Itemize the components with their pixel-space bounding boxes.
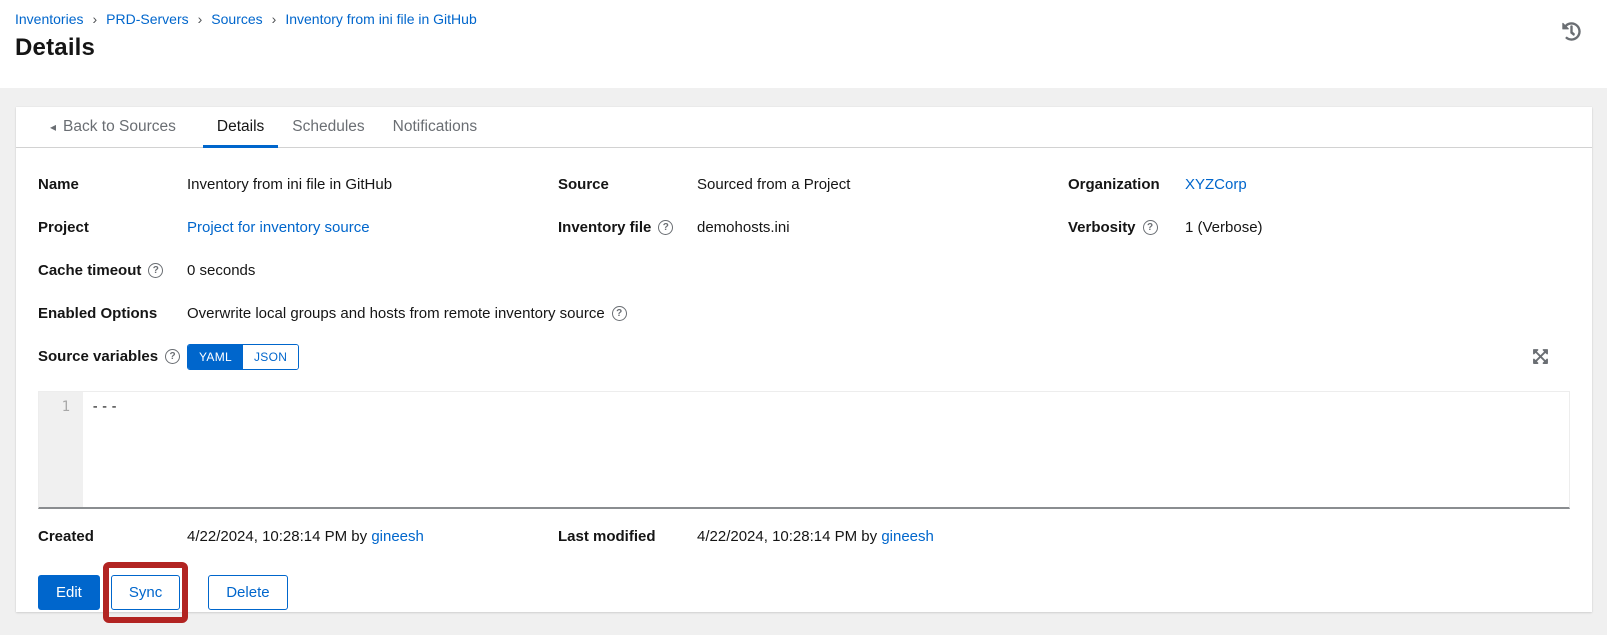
organization-link[interactable]: XYZCorp: [1185, 176, 1247, 193]
tab-schedules[interactable]: Schedules: [278, 107, 378, 147]
yaml-json-toggle: YAML JSON: [187, 344, 299, 370]
last-modified-user-link[interactable]: gineesh: [881, 528, 934, 545]
meta-row: Created 4/22/2024, 10:28:14 PM by ginees…: [38, 516, 1570, 556]
organization-label: Organization: [1068, 176, 1185, 193]
enabled-options-value: Overwrite local groups and hosts from re…: [187, 305, 605, 322]
verbosity-value: 1 (Verbose): [1185, 219, 1570, 236]
breadcrumb: Inventories › PRD-Servers › Sources › In…: [15, 11, 1607, 27]
project-link[interactable]: Project for inventory source: [187, 219, 370, 236]
detail-row: Name Inventory from ini file in GitHub S…: [38, 163, 1570, 206]
inventory-file-value: demohosts.ini: [697, 219, 1068, 236]
delete-button[interactable]: Delete: [208, 575, 287, 610]
created-label: Created: [38, 528, 187, 545]
page-title: Details: [15, 34, 1607, 62]
tab-schedules-label: Schedules: [292, 118, 364, 136]
expand-arrows-icon: [1532, 348, 1549, 365]
page-header: Inventories › PRD-Servers › Sources › In…: [0, 0, 1607, 88]
source-variables-label: Source variables: [38, 348, 158, 365]
cache-timeout-help-icon[interactable]: ?: [148, 263, 163, 278]
tab-details[interactable]: Details: [203, 107, 278, 147]
name-value: Inventory from ini file in GitHub: [187, 176, 558, 193]
verbosity-label: Verbosity: [1068, 219, 1136, 236]
breadcrumb-separator: ›: [272, 11, 277, 27]
inventory-file-help-icon[interactable]: ?: [658, 220, 673, 235]
enabled-options-help-icon[interactable]: ?: [612, 306, 627, 321]
cache-timeout-label: Cache timeout: [38, 262, 141, 279]
breadcrumb-prd-servers[interactable]: PRD-Servers: [106, 11, 188, 27]
project-label: Project: [38, 219, 187, 236]
sync-button[interactable]: Sync: [111, 575, 180, 610]
editor-line-number: 1: [39, 399, 70, 415]
tab-back-to-sources[interactable]: ◂ Back to Sources: [36, 107, 190, 147]
tab-details-label: Details: [217, 118, 264, 136]
expand-icon[interactable]: [1532, 348, 1549, 365]
detail-row: Project Project for inventory source Inv…: [38, 206, 1570, 249]
page-background: ◂ Back to Sources Details Schedules Noti…: [0, 88, 1607, 635]
cache-timeout-value: 0 seconds: [187, 262, 1570, 279]
detail-row: Enabled Options Overwrite local groups a…: [38, 292, 1570, 335]
tab-notifications[interactable]: Notifications: [379, 107, 491, 147]
detail-row: Source variables ? YAML JSON: [38, 335, 1570, 378]
history-icon[interactable]: [1562, 22, 1581, 41]
action-bar: Edit Sync Delete: [38, 562, 1570, 633]
last-modified-label: Last modified: [558, 528, 697, 545]
history-clock-icon: [1562, 22, 1581, 41]
editor-gutter: 1: [39, 392, 83, 507]
inventory-file-label: Inventory file: [558, 219, 651, 236]
json-toggle-button[interactable]: JSON: [243, 345, 298, 369]
back-arrow-icon: ◂: [50, 120, 56, 134]
breadcrumb-inventories[interactable]: Inventories: [15, 11, 83, 27]
created-user-link[interactable]: gineesh: [371, 528, 424, 545]
source-label: Source: [558, 176, 697, 193]
breadcrumb-sources[interactable]: Sources: [211, 11, 262, 27]
edit-button[interactable]: Edit: [38, 575, 100, 610]
source-variables-editor[interactable]: 1 ---: [38, 391, 1570, 509]
tab-notifications-label: Notifications: [393, 118, 477, 136]
tab-back-label: Back to Sources: [63, 118, 176, 136]
created-value: 4/22/2024, 10:28:14 PM by: [187, 528, 367, 545]
breadcrumb-separator: ›: [92, 11, 97, 27]
tab-bar: ◂ Back to Sources Details Schedules Noti…: [16, 107, 1592, 148]
details-content: Name Inventory from ini file in GitHub S…: [16, 148, 1592, 633]
source-variables-help-icon[interactable]: ?: [165, 349, 180, 364]
enabled-options-label: Enabled Options: [38, 305, 187, 322]
breadcrumb-separator: ›: [198, 11, 203, 27]
sync-highlight-annotation: Sync: [103, 562, 188, 623]
breadcrumb-inventory-source[interactable]: Inventory from ini file in GitHub: [285, 11, 476, 27]
detail-row: Cache timeout ? 0 seconds: [38, 249, 1570, 292]
verbosity-help-icon[interactable]: ?: [1143, 220, 1158, 235]
source-value: Sourced from a Project: [697, 176, 1068, 193]
name-label: Name: [38, 176, 187, 193]
details-card: ◂ Back to Sources Details Schedules Noti…: [16, 107, 1592, 612]
last-modified-value: 4/22/2024, 10:28:14 PM by: [697, 528, 877, 545]
yaml-toggle-button[interactable]: YAML: [188, 345, 243, 369]
editor-code-area[interactable]: ---: [83, 392, 1569, 507]
